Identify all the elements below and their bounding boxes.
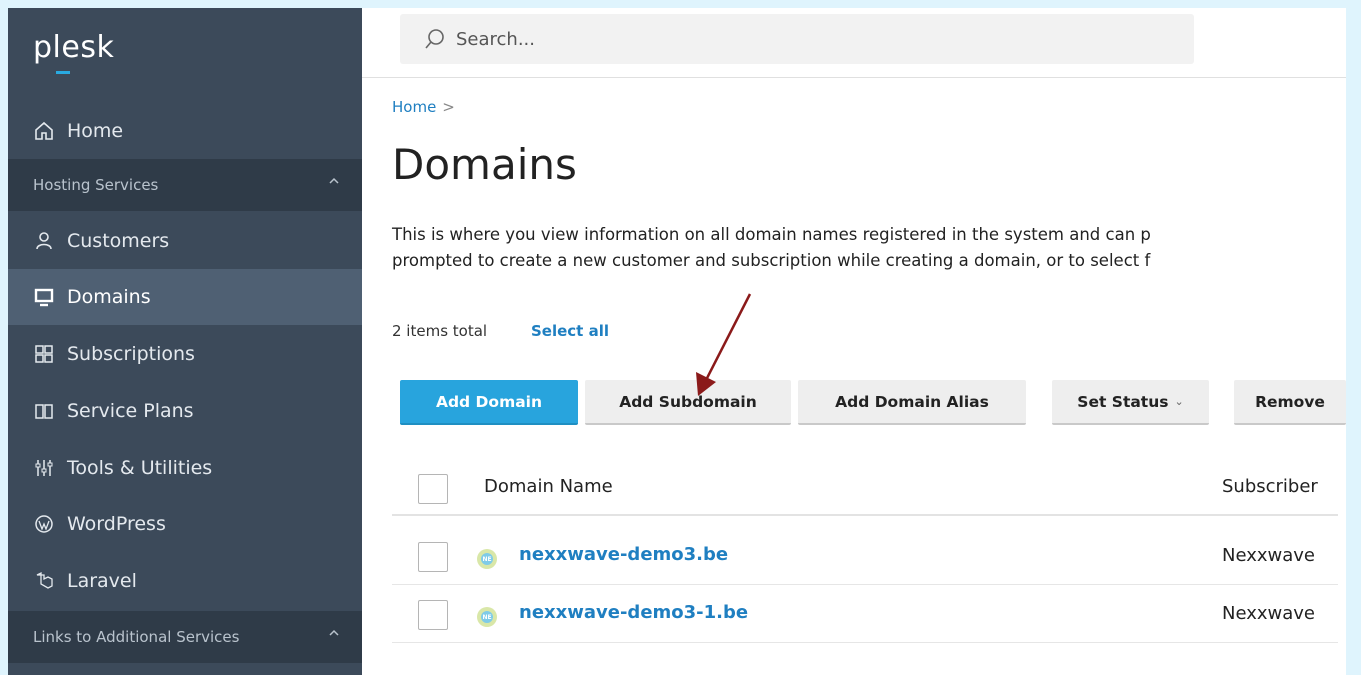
sidebar-item-label: Customers	[67, 230, 170, 252]
breadcrumb-home[interactable]: Home	[392, 98, 436, 116]
table-row: NE nexxwave-demo3.be Nexxwave	[392, 527, 1338, 585]
breadcrumb-separator: >	[442, 98, 455, 116]
page-title: Domains	[392, 140, 577, 189]
laravel-icon	[33, 570, 55, 592]
book-icon	[33, 400, 55, 422]
select-all-checkbox[interactable]	[418, 474, 448, 504]
remove-button[interactable]: Remove	[1234, 380, 1346, 425]
sidebar-item-laravel[interactable]: Laravel	[8, 553, 362, 609]
domain-avatar-icon: NE	[477, 607, 497, 627]
table-header: Domain Name Subscriber	[392, 458, 1338, 516]
section-label: Hosting Services	[33, 176, 159, 194]
search-icon	[425, 29, 444, 49]
description-line: This is where you view information on al…	[392, 225, 1151, 244]
plesk-logo[interactable]: plesk	[33, 30, 114, 65]
chevron-down-icon: ⌄	[1174, 395, 1184, 408]
chevron-up-icon	[329, 177, 339, 184]
sidebar-item-home[interactable]: Home	[8, 103, 362, 159]
top-bar: Search...	[362, 8, 1346, 78]
set-status-button[interactable]: Set Status ⌄	[1052, 380, 1209, 425]
sidebar-item-customers[interactable]: Customers	[8, 213, 362, 269]
annotation-arrow-icon	[696, 293, 752, 396]
items-total: 2 items total	[392, 322, 488, 340]
sidebar-item-domains[interactable]: Domains	[8, 269, 362, 325]
sidebar-item-wordpress[interactable]: WordPress	[8, 496, 362, 552]
search-input[interactable]: Search...	[400, 14, 1194, 64]
grid-icon	[33, 343, 55, 365]
sidebar-item-tools-utilities[interactable]: Tools & Utilities	[8, 440, 362, 496]
wordpress-icon	[33, 513, 55, 535]
section-links-additional-services[interactable]: Links to Additional Services	[8, 611, 362, 663]
page-description: This is where you view information on al…	[392, 222, 1352, 274]
domain-link[interactable]: nexxwave-demo3-1.be	[519, 602, 748, 623]
sidebar-item-label: Tools & Utilities	[67, 457, 213, 479]
select-all-link[interactable]: Select all	[531, 322, 609, 340]
breadcrumb: Home >	[392, 98, 455, 116]
sidebar-item-service-plans[interactable]: Service Plans	[8, 383, 362, 439]
sidebar-item-label: Service Plans	[67, 400, 194, 422]
sidebar: plesk Home Hosting Services Customers Do…	[8, 8, 362, 675]
add-subdomain-button[interactable]: Add Subdomain	[585, 380, 791, 425]
table-row: NE nexxwave-demo3-1.be Nexxwave	[392, 585, 1338, 643]
set-status-label: Set Status	[1077, 392, 1169, 411]
row-checkbox[interactable]	[418, 600, 448, 630]
user-icon	[33, 230, 55, 252]
subscriber-cell: Nexxwave	[1222, 603, 1316, 624]
home-icon	[33, 120, 55, 142]
sidebar-item-label: Domains	[67, 286, 151, 308]
domain-avatar-icon: NE	[477, 549, 497, 569]
section-label: Links to Additional Services	[33, 628, 240, 646]
sidebar-item-label: Laravel	[67, 570, 137, 592]
sidebar-item-label: Subscriptions	[67, 343, 195, 365]
sidebar-item-subscriptions[interactable]: Subscriptions	[8, 326, 362, 382]
column-subscriber[interactable]: Subscriber	[1222, 476, 1318, 497]
description-line: prompted to create a new customer and su…	[392, 251, 1151, 270]
add-domain-button[interactable]: Add Domain	[400, 380, 578, 425]
sidebar-item-label: WordPress	[67, 513, 166, 535]
chevron-up-icon	[329, 629, 339, 636]
column-domain-name[interactable]: Domain Name	[484, 476, 613, 497]
monitor-icon	[33, 286, 55, 308]
search-placeholder: Search...	[456, 28, 536, 50]
add-domain-alias-button[interactable]: Add Domain Alias	[798, 380, 1026, 425]
tools-icon	[33, 457, 55, 479]
sidebar-item-label: Home	[67, 120, 124, 142]
subscriber-cell: Nexxwave	[1222, 545, 1316, 566]
section-hosting-services[interactable]: Hosting Services	[8, 159, 362, 211]
row-checkbox[interactable]	[418, 542, 448, 572]
domain-link[interactable]: nexxwave-demo3.be	[519, 544, 728, 565]
logo-accent	[56, 71, 70, 74]
